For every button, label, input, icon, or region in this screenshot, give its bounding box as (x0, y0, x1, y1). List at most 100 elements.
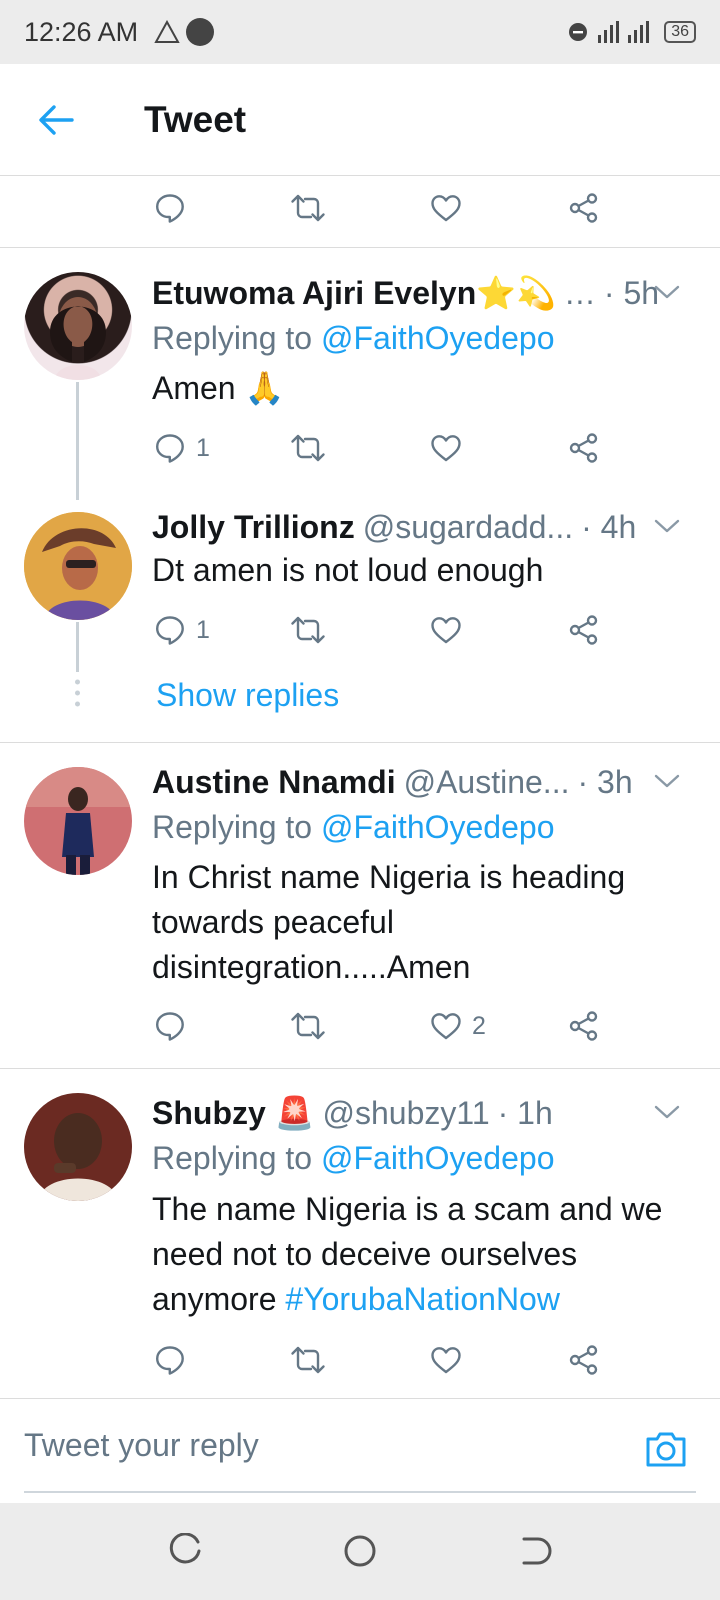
camera-icon[interactable] (644, 1427, 688, 1471)
share-button[interactable] (568, 420, 600, 476)
battery-icon: 36 (664, 21, 696, 43)
reply-button[interactable]: 1 (154, 420, 210, 476)
retweet-button[interactable] (290, 998, 336, 1054)
recents-icon[interactable] (168, 1533, 204, 1569)
tweet-text: The name Nigeria is a scam and we need n… (152, 1187, 700, 1322)
thread-dots-icon (75, 679, 80, 707)
home-icon[interactable] (342, 1533, 378, 1569)
tweet-actions: 2 (146, 998, 646, 1054)
back-arrow-icon (39, 104, 74, 135)
replying-label: Replying to (152, 1140, 313, 1176)
replying-to: Replying to @FaithOyedepo (152, 320, 554, 357)
share-button[interactable] (568, 602, 600, 658)
username: … (563, 274, 596, 311)
display-name[interactable]: Shubzy 🚨 (152, 1094, 315, 1132)
share-icon (568, 432, 600, 464)
back-button[interactable] (26, 90, 86, 150)
chevron-down-icon[interactable] (652, 277, 682, 307)
retweet-icon (290, 1010, 326, 1042)
mention-link[interactable]: @FaithOyedepo (321, 1140, 555, 1176)
reply-input[interactable]: Tweet your reply (24, 1427, 259, 1464)
tweet-text: Amen 🙏 (152, 370, 285, 406)
username: @sugardadd... (362, 508, 574, 545)
display-name[interactable]: Jolly Trillionz (152, 509, 355, 546)
avatar-image (50, 297, 106, 380)
retweet-icon (290, 432, 326, 464)
system-nav-bar (0, 1503, 720, 1600)
app-bar: Tweet (0, 64, 720, 176)
retweet-icon (290, 1344, 326, 1376)
reply-button[interactable]: 1 (154, 602, 210, 658)
like-icon (430, 1010, 462, 1042)
chevron-down-icon[interactable] (652, 766, 682, 796)
replying-to: Replying to @FaithOyedepo (152, 1140, 554, 1177)
show-replies-link[interactable]: Show replies (156, 677, 339, 714)
username: @Austine... (403, 763, 570, 800)
retweet-icon (290, 614, 326, 646)
hashtag-link[interactable]: #YorubaNationNow (285, 1281, 560, 1317)
retweet-button[interactable] (290, 420, 336, 476)
share-button[interactable] (568, 1332, 600, 1388)
original-tweet-actions (146, 180, 646, 236)
avatar[interactable] (24, 512, 132, 620)
username: @shubzy11 (322, 1094, 490, 1131)
display-name[interactable]: Austine Nnamdi (152, 764, 396, 801)
timestamp: · 5h (603, 274, 660, 311)
reply-icon (154, 1010, 186, 1042)
retweet-button[interactable] (290, 1332, 336, 1388)
signal-icon (598, 21, 650, 43)
notification-dot-icon (186, 18, 215, 46)
timestamp: · 3h (577, 763, 633, 800)
reply-icon (154, 432, 186, 464)
like-button[interactable] (430, 1332, 472, 1388)
tweet-text: In Christ name Nigeria is heading toward… (152, 859, 626, 985)
thread-line (76, 622, 79, 672)
share-icon (568, 614, 600, 646)
avatar-image (24, 767, 132, 875)
like-icon (430, 1344, 462, 1376)
retweet-icon (290, 192, 326, 224)
chevron-down-icon[interactable] (652, 511, 682, 541)
avatar[interactable] (24, 1093, 132, 1201)
back-nav-icon[interactable] (516, 1533, 552, 1569)
like-count: 2 (472, 1011, 486, 1040)
reply-button[interactable] (154, 998, 196, 1054)
share-button[interactable] (568, 180, 600, 236)
divider (0, 742, 720, 743)
tweet-header: Shubzy 🚨 @shubzy11 · 1h (152, 1093, 680, 1133)
display-name[interactable]: Etuwoma Ajiri Evelyn⭐💫 (152, 274, 556, 312)
share-button[interactable] (568, 998, 600, 1054)
share-icon (568, 1010, 600, 1042)
reply-button[interactable] (154, 1332, 196, 1388)
tweet-header: Etuwoma Ajiri Evelyn⭐💫 … · 5h (152, 273, 680, 313)
like-button[interactable] (430, 180, 462, 236)
thread-line (76, 382, 79, 500)
reply-button[interactable] (154, 180, 186, 236)
avatar-image (24, 512, 132, 620)
status-time: 12:26 AM (24, 16, 139, 47)
reply-icon (154, 192, 186, 224)
like-icon (430, 192, 462, 224)
retweet-button[interactable] (290, 602, 336, 658)
page-title: Tweet (144, 98, 247, 140)
like-button[interactable] (430, 602, 472, 658)
mention-link[interactable]: @FaithOyedepo (321, 320, 555, 356)
warning-icon (154, 20, 180, 43)
like-button[interactable]: 2 (430, 998, 486, 1054)
status-right-icons: 36 (568, 19, 696, 45)
avatar[interactable] (24, 767, 132, 875)
replying-label: Replying to (152, 809, 313, 845)
like-button[interactable] (430, 420, 472, 476)
mention-link[interactable]: @FaithOyedepo (321, 809, 555, 845)
tweet-actions: 1 (146, 602, 646, 658)
like-icon (430, 614, 462, 646)
chevron-down-icon[interactable] (652, 1097, 682, 1127)
avatar[interactable] (24, 272, 132, 380)
retweet-button[interactable] (290, 180, 326, 236)
like-icon (430, 432, 462, 464)
replying-to: Replying to @FaithOyedepo (152, 809, 554, 846)
status-left-icons (154, 18, 215, 46)
reply-count: 1 (196, 433, 210, 462)
tweet-header: Jolly Trillionz @sugardadd... · 4h (152, 507, 680, 547)
replying-label: Replying to (152, 320, 313, 356)
